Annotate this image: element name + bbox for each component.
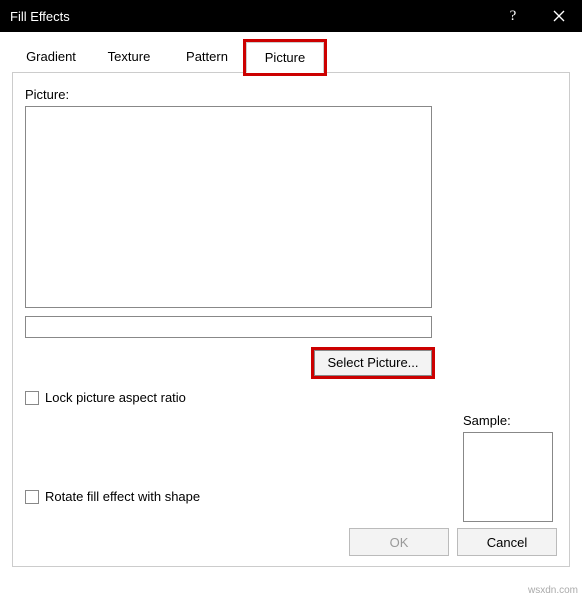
- cancel-button[interactable]: Cancel: [457, 528, 557, 556]
- tab-picture[interactable]: Picture: [246, 42, 324, 73]
- tab-strip: Gradient Texture Pattern Picture: [12, 42, 570, 73]
- rotate-fill-row[interactable]: Rotate fill effect with shape: [25, 489, 200, 504]
- close-button[interactable]: [536, 0, 582, 32]
- lock-aspect-row[interactable]: Lock picture aspect ratio: [25, 390, 557, 405]
- lock-aspect-checkbox[interactable]: [25, 391, 39, 405]
- tab-texture[interactable]: Texture: [90, 42, 168, 72]
- watermark: wsxdn.com: [528, 585, 578, 596]
- rotate-fill-checkbox[interactable]: [25, 490, 39, 504]
- lock-aspect-label: Lock picture aspect ratio: [45, 390, 186, 405]
- close-icon: [553, 10, 565, 22]
- tab-gradient[interactable]: Gradient: [12, 42, 90, 72]
- ok-button: OK: [349, 528, 449, 556]
- sample-label: Sample:: [463, 413, 555, 428]
- picture-preview: [25, 106, 432, 308]
- picture-path-field[interactable]: [25, 316, 432, 338]
- help-button[interactable]: ?: [490, 0, 536, 32]
- rotate-fill-label: Rotate fill effect with shape: [45, 489, 200, 504]
- sample-preview: [463, 432, 553, 522]
- picture-label: Picture:: [25, 87, 557, 102]
- window-title: Fill Effects: [10, 9, 490, 24]
- tab-pattern[interactable]: Pattern: [168, 42, 246, 72]
- select-picture-button[interactable]: Select Picture...: [314, 350, 432, 376]
